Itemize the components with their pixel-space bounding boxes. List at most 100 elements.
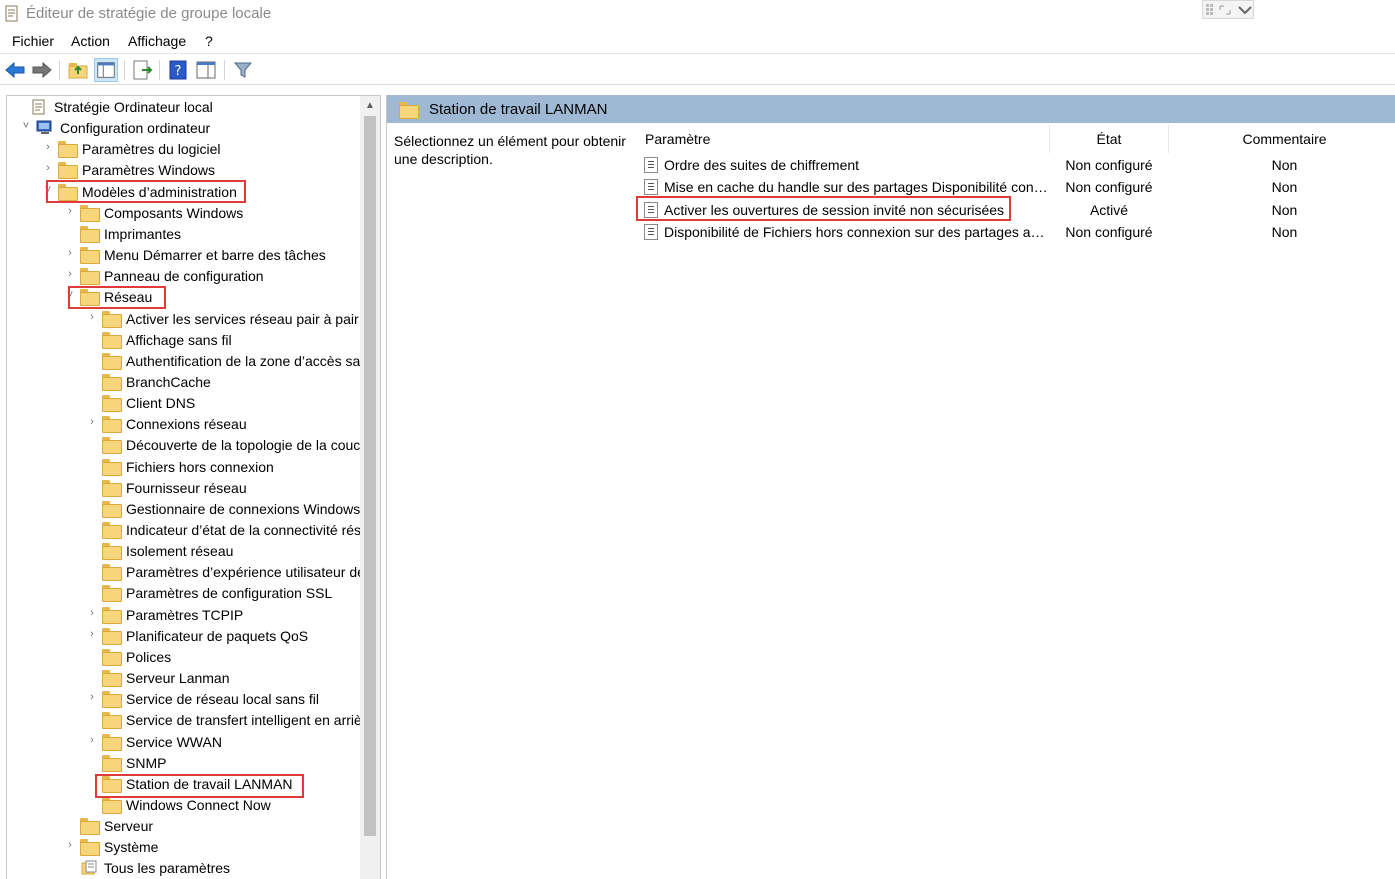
folder-icon [102,627,122,645]
scroll-up-icon[interactable]: ▲ [360,96,380,116]
chevron-right-icon[interactable]: › [86,607,98,619]
folder-icon [102,670,122,688]
folder-icon [102,479,122,497]
tree-item[interactable]: Isolement réseau [86,541,367,562]
tree-item[interactable]: › Activer les services réseau pair à pair… [86,309,380,330]
tree-item-label: Gestionnaire de connexions Windows [126,500,361,517]
chevron-right-icon[interactable]: › [86,416,98,428]
chevron-right-icon[interactable]: › [64,268,76,280]
tree-item-label: Connexions réseau [126,416,247,433]
tree-item-label: BranchCache [126,373,211,390]
tree-item[interactable]: Paramètres de configuration SSL [86,583,367,604]
setting-name: Activer les ouvertures de session invité… [664,202,1005,218]
table-row[interactable]: Activer les ouvertures de session invité… [632,199,1395,221]
filter-icon[interactable] [231,58,255,82]
up-folder-icon[interactable] [66,58,90,82]
tree-item[interactable]: › Planificateur de paquets QoS [86,626,367,647]
column-header-parametre[interactable]: Paramètre [645,131,710,147]
window-snap-controls[interactable] [1202,0,1254,19]
tree-item[interactable]: Authentification de la zone d’accès sans… [86,351,380,372]
show-hide-tree-icon[interactable] [94,58,118,82]
chevron-down-icon[interactable]: ˅ [20,120,32,132]
back-arrow-icon[interactable] [3,58,27,82]
tree-item[interactable]: Serveur Lanman [86,668,367,689]
tree-item[interactable]: › Connexions réseau [86,414,367,435]
menu-help[interactable]: ? [205,33,213,49]
tree-item[interactable]: › Menu Démarrer et barre des tâches [64,245,367,266]
tree-item[interactable]: Stratégie Ordinateur local [14,97,367,118]
details-header: Station de travail LANMAN [387,95,1395,123]
chevron-right-icon[interactable]: › [86,734,98,746]
folder-icon [102,543,122,561]
tree-item[interactable]: Serveur [64,816,367,837]
folder-icon [102,564,122,582]
tree-item[interactable]: ˅ Réseau [64,287,367,308]
tree-item[interactable]: Indicateur d’état de la connectivité rés… [86,520,380,541]
tree-item[interactable]: › Service WWAN [86,732,367,753]
tree-item[interactable]: ˅ Modèles d’administration [42,182,367,203]
menu-fichier[interactable]: Fichier [12,33,54,49]
tree-item-label: Planificateur de paquets QoS [126,627,309,644]
setting-name: Disponibilité de Fichiers hors connexion… [664,224,1048,240]
tree-item[interactable]: › Composants Windows [64,203,367,224]
tree-item[interactable]: Fournisseur réseau [86,478,367,499]
table-row[interactable]: Mise en cache du handle sur des partages… [632,176,1395,198]
tree-item[interactable]: Windows Connect Now [86,795,367,816]
forward-arrow-icon[interactable] [30,58,54,82]
policy-setting-icon [644,157,658,173]
tree-item[interactable]: Affichage sans fil [86,330,367,351]
chevron-right-icon[interactable]: › [86,628,98,640]
setting-name: Ordre des suites de chiffrement [664,157,860,173]
menu-action[interactable]: Action [71,33,110,49]
tree-item-label: Composants Windows [104,204,244,221]
tree-item[interactable]: Gestionnaire de connexions Windows [86,499,367,520]
chevron-right-icon[interactable]: › [86,691,98,703]
table-row[interactable]: Ordre des suites de chiffrement Non conf… [632,154,1395,176]
tree-item[interactable]: › Paramètres TCPIP [86,605,367,626]
chevron-right-icon[interactable]: › [64,205,76,217]
tree-item-label: Configuration ordinateur [60,120,211,137]
tree-item[interactable]: › Panneau de configuration [64,266,367,287]
table-row[interactable]: Disponibilité de Fichiers hors connexion… [632,221,1395,243]
menu-affichage[interactable]: Affichage [128,33,186,49]
tree-item[interactable]: Tous les paramètres [64,858,367,879]
folder-icon [80,268,100,286]
folder-icon [102,733,122,751]
tree-item[interactable]: ˅ Configuration ordinateur [20,118,367,139]
folder-icon [102,331,122,349]
chevron-down-icon[interactable]: ˅ [42,184,54,196]
scroll-thumb[interactable] [364,116,376,836]
help-icon[interactable]: ? [166,58,190,82]
tree-item[interactable]: Imprimantes [64,224,367,245]
tree-item[interactable]: Découverte de la topologie de la couche … [86,435,380,456]
tree-item[interactable]: › Service de réseau local sans fil [86,689,367,710]
tree-item[interactable]: › Paramètres du logiciel [42,139,367,160]
tree-item-label: Client DNS [126,395,196,412]
properties-view-icon[interactable] [194,58,218,82]
chevron-right-icon[interactable]: › [86,311,98,323]
tree-item[interactable]: Station de travail LANMAN [86,774,367,795]
column-header-commentaire[interactable]: Commentaire [1172,131,1395,147]
setting-comment: Non [1271,224,1298,240]
folder-icon [102,775,122,793]
folder-icon [102,437,122,455]
chevron-right-icon[interactable]: › [64,839,76,851]
tree-item[interactable]: › Paramètres Windows [42,160,367,181]
tree-item-label: Station de travail LANMAN [126,775,293,792]
tree-item[interactable]: Fichiers hors connexion [86,457,367,478]
tree-item[interactable]: › Système [64,837,367,858]
tree-scrollbar[interactable]: ▲ [360,96,380,879]
export-list-icon[interactable] [130,58,154,82]
tree-item[interactable]: Client DNS [86,393,367,414]
tree-item[interactable]: Paramètres d’expérience utilisateur des … [86,562,380,583]
chevron-right-icon[interactable]: › [42,141,54,153]
tree-item[interactable]: BranchCache [86,372,367,393]
tree-item[interactable]: SNMP [86,753,367,774]
column-header-etat[interactable]: État [1050,131,1168,147]
chevron-right-icon[interactable]: › [64,247,76,259]
tree-item[interactable]: Polices [86,647,367,668]
tree-item[interactable]: Service de transfert intelligent en arri… [86,710,380,731]
tree-item-label: SNMP [126,754,167,771]
chevron-right-icon[interactable]: › [42,162,54,174]
chevron-down-icon[interactable]: ˅ [64,289,76,301]
